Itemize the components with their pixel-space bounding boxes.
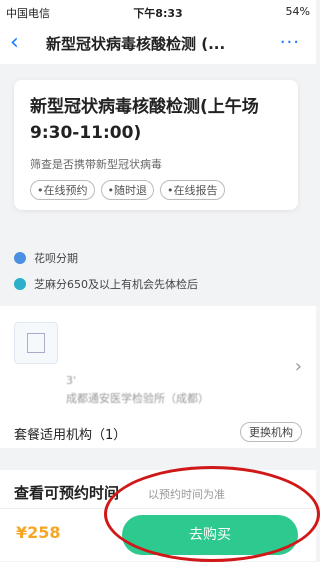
change-institution-button[interactable]: 更换机构: [240, 422, 302, 442]
battery: 54%: [285, 5, 310, 18]
more-icon[interactable]: ···: [280, 32, 300, 53]
nav-bar: ‹ 新型冠状病毒核酸检测 (... ···: [0, 24, 316, 64]
tag-online-booking: •在线预约: [30, 180, 95, 200]
zhima-icon: [14, 278, 26, 290]
page-title: 新型冠状病毒核酸检测 (...: [46, 35, 226, 53]
status-time: 下午8:33: [133, 7, 183, 20]
huabei-icon: [14, 252, 26, 264]
status-bar: 中国电信 下午8:33 54%: [0, 0, 316, 24]
chevron-right-icon[interactable]: ›: [295, 356, 302, 377]
bottom-bar: ¥258 去购买: [0, 508, 316, 561]
price: ¥258: [16, 523, 61, 542]
promo-zhima: 芝麻分650及以上有机会先体检后: [14, 276, 198, 292]
institution-thumbnail: [14, 322, 58, 364]
product-name: 新型冠状病毒核酸检测(上午场 9:30-11:00): [30, 97, 259, 143]
tag-online-report: •在线报告: [160, 180, 225, 200]
promo-huabei: 花呗分期: [14, 250, 78, 266]
booking-note: 以预约时间为准: [148, 488, 225, 501]
booking-title: 查看可预约时间: [14, 484, 120, 502]
building-icon: [27, 333, 45, 353]
back-icon[interactable]: ‹: [10, 30, 19, 55]
buy-button[interactable]: 去购买: [122, 515, 298, 555]
institution-label: 套餐适用机构（1）: [14, 428, 127, 443]
product-card: 新型冠状病毒核酸检测(上午场 9:30-11:00) 筛查是否携带新型冠状病毒 …: [14, 80, 298, 210]
institution-section[interactable]: 3' 成都通安医学检验所（成都） › 套餐适用机构（1） 更换机构: [0, 306, 316, 448]
product-tags: •在线预约 •随时退 •在线报告: [30, 180, 225, 200]
product-desc: 筛查是否携带新型冠状病毒: [30, 158, 162, 171]
tag-refund: •随时退: [100, 180, 154, 200]
